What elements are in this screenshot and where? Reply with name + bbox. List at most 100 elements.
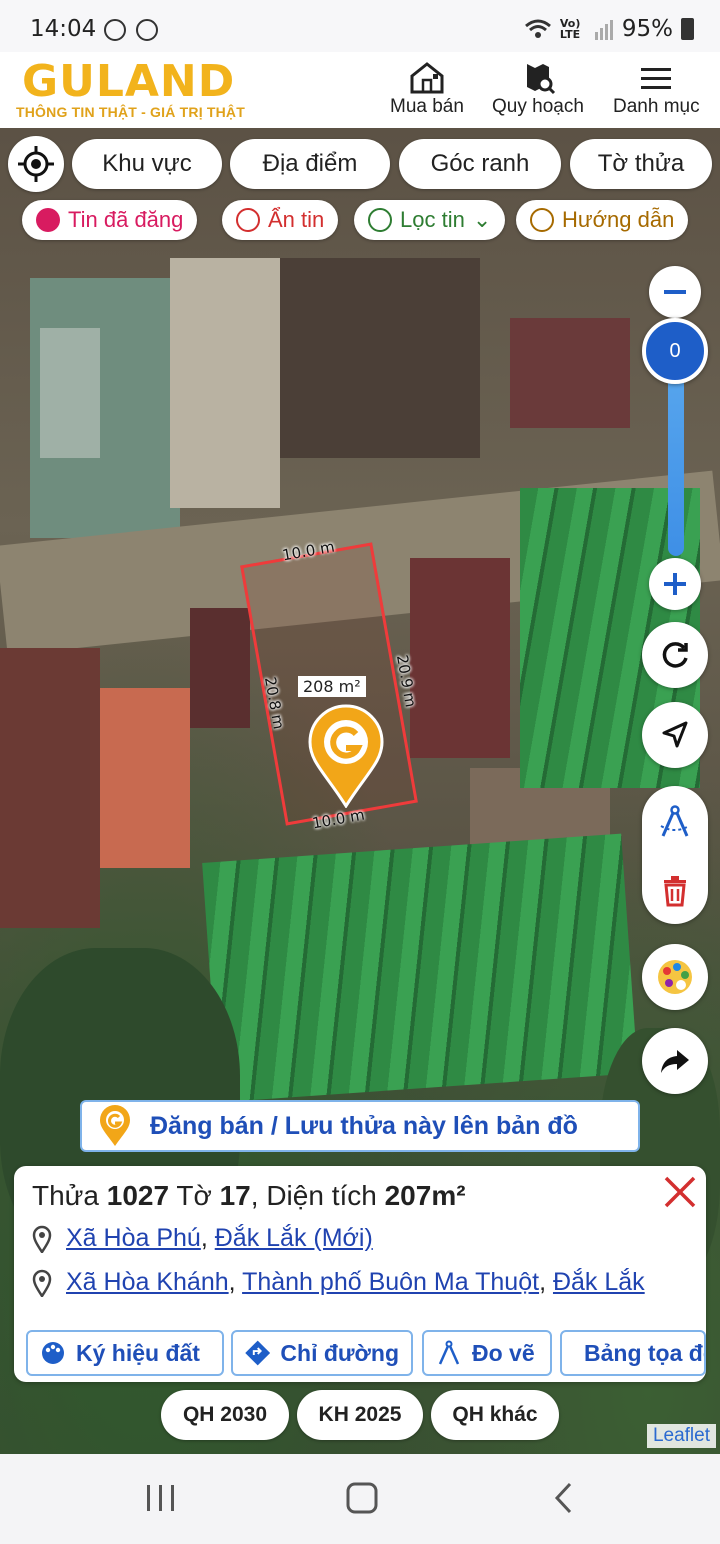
wifi-icon xyxy=(524,19,551,38)
crop-field xyxy=(202,833,638,1103)
measure-button[interactable]: Đo vẽ xyxy=(422,1330,552,1376)
facebook-icon xyxy=(104,19,126,41)
roof-block xyxy=(410,558,510,758)
province-link[interactable]: Đắk Lắk (Mới) xyxy=(215,1224,373,1252)
post-label: Đăng bán / Lưu thửa này lên bản đồ xyxy=(150,1111,578,1140)
draw-tools-panel xyxy=(642,786,708,924)
tab-qh-2030[interactable]: QH 2030 xyxy=(161,1390,289,1440)
chip-label: Ẩn tin xyxy=(268,207,325,232)
address-new: Xã Hòa Phú, Đắk Lắk (Mới) xyxy=(32,1224,373,1253)
leaflet-attribution[interactable]: Leaflet xyxy=(646,1424,716,1448)
city-link[interactable]: Thành phố Buôn Ma Thuột xyxy=(242,1268,539,1296)
chip-loc-tin[interactable]: Lọc tin ⌄ xyxy=(354,200,506,240)
address-old: Xã Hòa Khánh, Thành phố Buôn Ma Thuột, Đ… xyxy=(32,1268,645,1297)
action-label: Chỉ đường xyxy=(280,1339,399,1366)
refresh-button[interactable] xyxy=(642,622,708,688)
roof-block xyxy=(510,318,630,428)
nav-label: Mua bán xyxy=(390,96,464,117)
guland-logo[interactable]: GULAND THÔNG TIN THẬT - GIÁ TRỊ THẬT xyxy=(16,56,245,121)
directions-button[interactable]: Chỉ đường xyxy=(231,1330,413,1376)
roof-block xyxy=(170,258,280,508)
posted-icon xyxy=(36,208,60,232)
nav-quy-hoach[interactable]: Quy hoạch xyxy=(492,60,584,118)
zoom-out-button[interactable] xyxy=(649,266,701,318)
roof-block xyxy=(190,608,250,728)
palette-icon xyxy=(42,1342,64,1364)
navigation-arrow-icon xyxy=(662,721,688,748)
hide-x-icon xyxy=(236,208,260,232)
sheet-prefix: Tờ xyxy=(169,1180,220,1211)
color-palette-button[interactable] xyxy=(642,944,708,1010)
guland-pin-icon xyxy=(100,1105,130,1146)
chip-an-tin[interactable]: Ẩn tin xyxy=(222,200,339,240)
back-icon[interactable] xyxy=(552,1480,576,1516)
logo-brand: GULAND xyxy=(22,56,236,107)
commune-link[interactable]: Xã Hòa Phú xyxy=(66,1224,201,1252)
crosshair-icon xyxy=(18,146,54,182)
navigate-button[interactable] xyxy=(642,702,708,768)
trash-icon[interactable] xyxy=(660,875,690,907)
chevron-down-icon: ⌄ xyxy=(472,207,492,232)
pill-khu-vuc[interactable]: Khu vực xyxy=(72,139,222,189)
roof-block xyxy=(100,688,190,868)
area-prefix: , Diện tích xyxy=(250,1180,385,1211)
tab-kh-2025[interactable]: KH 2025 xyxy=(297,1390,423,1440)
chip-label: Tin đã đăng xyxy=(68,207,184,232)
tab-qh-khac[interactable]: QH khác xyxy=(431,1390,559,1440)
measure-compass-icon xyxy=(438,1340,460,1365)
province-link[interactable]: Đắk Lắk xyxy=(553,1268,645,1296)
battery-icon xyxy=(681,18,694,40)
play-icon xyxy=(530,208,554,232)
status-time: 14:04 xyxy=(30,16,97,42)
logo-tagline: THÔNG TIN THẬT - GIÁ TRỊ THẬT xyxy=(16,104,245,120)
app-header: GULAND THÔNG TIN THẬT - GIÁ TRỊ THẬT Mua… xyxy=(0,52,720,128)
title-prefix: Thửa xyxy=(32,1180,107,1211)
chip-huong-dan[interactable]: Hướng dẫn xyxy=(516,200,689,240)
chip-tin-da-dang[interactable]: Tin đã đăng xyxy=(22,200,198,240)
guland-map-pin-icon[interactable] xyxy=(306,704,386,808)
coordinate-table-button[interactable]: Bảng tọa độ xyxy=(560,1330,706,1376)
house-icon xyxy=(410,62,444,94)
action-label: Đo vẽ xyxy=(472,1339,535,1366)
measure-compass-icon[interactable] xyxy=(657,804,693,840)
nav-mua-ban[interactable]: Mua bán xyxy=(390,60,464,118)
status-bar: 14:04 Vo) LTE 95% xyxy=(0,0,720,56)
close-icon[interactable] xyxy=(660,1172,700,1212)
plus-icon xyxy=(664,573,686,595)
parcel-area: 207m² xyxy=(384,1180,466,1211)
system-nav-bar xyxy=(0,1454,720,1544)
parcel-number: 1027 xyxy=(106,1180,170,1211)
battery-percent: 95% xyxy=(621,16,673,42)
commune-link[interactable]: Xã Hòa Khánh xyxy=(66,1268,229,1296)
post-parcel-button[interactable]: Đăng bán / Lưu thửa này lên bản đồ xyxy=(80,1100,640,1152)
palette-icon xyxy=(658,960,692,994)
minus-icon xyxy=(664,290,686,294)
zoom-slider-knob[interactable]: 0 xyxy=(642,318,708,384)
locate-me-button[interactable] xyxy=(8,136,64,192)
network-type: Vo) LTE xyxy=(559,17,581,41)
pill-goc-ranh[interactable]: Góc ranh xyxy=(399,139,561,189)
home-icon[interactable] xyxy=(344,1480,380,1516)
parcel-title: Thửa 1027 Tờ 17, Diện tích 207m² xyxy=(32,1180,466,1212)
menu-icon xyxy=(641,68,672,89)
plot-area-label: 208 m² xyxy=(298,676,366,697)
share-button[interactable] xyxy=(642,1028,708,1094)
land-symbol-button[interactable]: Ký hiệu đất xyxy=(26,1330,224,1376)
zoom-in-button[interactable] xyxy=(649,558,701,610)
chip-label: Lọc tin xyxy=(400,207,465,232)
status-right: Vo) LTE 95% xyxy=(524,16,694,42)
pill-to-thua[interactable]: Tờ thửa xyxy=(570,139,712,189)
location-pin-icon xyxy=(368,208,392,232)
directions-icon xyxy=(245,1340,271,1366)
chip-label: Hướng dẫn xyxy=(562,207,675,232)
location-pin-icon xyxy=(32,1269,52,1297)
app-notification-icon xyxy=(136,19,158,41)
nav-label: Danh mục xyxy=(613,96,700,117)
recent-apps-icon[interactable] xyxy=(144,1482,178,1514)
roof-block xyxy=(0,648,100,928)
share-arrow-icon xyxy=(661,1050,689,1073)
pill-dia-diem[interactable]: Địa điểm xyxy=(230,139,390,189)
signal-icon xyxy=(594,20,613,40)
location-pin-icon xyxy=(32,1225,52,1253)
nav-danh-muc[interactable]: Danh mục xyxy=(613,60,700,118)
